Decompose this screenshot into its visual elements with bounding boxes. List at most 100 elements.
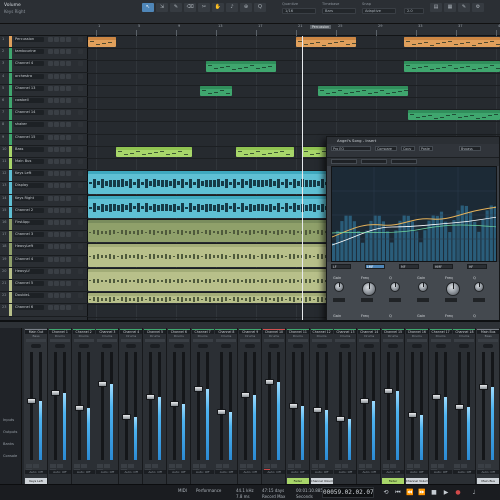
automation-mode[interactable]: Auto: Off <box>191 470 214 474</box>
channel-input[interactable]: Bass <box>25 334 47 338</box>
insert-slot[interactable] <box>406 339 427 342</box>
mute-button[interactable] <box>287 464 294 468</box>
record-arm-button[interactable] <box>60 146 65 152</box>
track-name[interactable]: orchestra <box>14 73 44 79</box>
rewind-icon[interactable]: ⏪ <box>406 489 414 497</box>
solo-button[interactable] <box>54 146 59 152</box>
mute-button[interactable] <box>48 171 53 177</box>
volume-fader[interactable] <box>288 403 298 409</box>
monitor-button[interactable] <box>66 49 71 55</box>
monitor-button[interactable] <box>66 171 71 177</box>
record-arm-button[interactable] <box>60 293 65 299</box>
track-name[interactable]: Channel 14 <box>14 110 44 116</box>
pan-control[interactable] <box>197 344 208 348</box>
track-menu-button[interactable] <box>78 85 83 91</box>
quantize-select[interactable]: 1/16 <box>282 8 316 14</box>
track-menu-button[interactable] <box>78 207 83 213</box>
automation-mode[interactable]: Auto: Off <box>167 470 190 474</box>
track-menu-button[interactable] <box>78 110 83 116</box>
track-menu-button[interactable] <box>78 122 83 128</box>
mute-button[interactable] <box>192 464 199 468</box>
mute-button[interactable] <box>264 464 270 468</box>
track-header[interactable]: 5 Channel 13 <box>0 84 88 97</box>
record-arm-button[interactable] <box>60 134 65 140</box>
record-arm-button[interactable] <box>60 37 65 42</box>
insert-slot[interactable] <box>240 339 261 342</box>
track-menu-button[interactable] <box>78 232 83 238</box>
channel-input[interactable]: Drums <box>334 334 356 338</box>
automation-mode[interactable]: Auto: Off <box>144 470 166 474</box>
track-name[interactable]: shaker <box>14 122 44 128</box>
solo-button[interactable] <box>54 293 59 299</box>
clip-green[interactable] <box>206 61 276 72</box>
track-header[interactable]: 23 Channel 6 <box>0 304 88 317</box>
record-arm-button[interactable] <box>60 98 65 103</box>
automation-mode[interactable]: Auto: Off <box>310 470 333 474</box>
solo-button[interactable] <box>247 464 254 468</box>
pan-control[interactable] <box>292 344 303 348</box>
track-menu-button[interactable] <box>78 256 83 262</box>
record-arm-button[interactable] <box>60 85 65 91</box>
track-header[interactable]: 18 HeavyLeft <box>0 243 88 256</box>
mute-button[interactable] <box>48 195 53 201</box>
mute-button[interactable] <box>48 146 53 152</box>
mute-button[interactable] <box>48 293 53 299</box>
clip-orange[interactable] <box>404 37 500 48</box>
stop-icon[interactable]: ■ <box>430 489 438 497</box>
pan-control[interactable] <box>483 344 494 348</box>
automation-mode[interactable]: Auto: Off <box>72 470 95 474</box>
tool-button[interactable]: ♪ <box>226 3 238 12</box>
pan-control[interactable] <box>435 344 446 348</box>
solo-button[interactable] <box>152 464 158 468</box>
mute-button[interactable] <box>48 183 53 189</box>
channel-input[interactable]: Drums <box>73 334 95 338</box>
mute-button[interactable] <box>48 61 53 67</box>
solo-button[interactable] <box>390 464 396 468</box>
volume-fader[interactable] <box>407 411 417 418</box>
tool-button[interactable]: ✂ <box>198 3 210 12</box>
insert-slot[interactable] <box>454 339 475 342</box>
monitor-button[interactable] <box>66 159 71 164</box>
mute-button[interactable] <box>48 159 53 164</box>
automation-mode[interactable]: Auto: Off <box>382 470 404 474</box>
solo-button[interactable] <box>54 159 59 164</box>
insert-slot[interactable] <box>216 339 237 342</box>
paste-button[interactable]: Paste <box>419 146 433 151</box>
band-toggle-hf[interactable]: HF <box>467 264 487 269</box>
mute-button[interactable] <box>48 232 53 238</box>
track-menu-button[interactable] <box>78 159 83 164</box>
track-name[interactable]: Display <box>14 183 44 189</box>
volume-fader[interactable] <box>241 392 251 399</box>
mute-button[interactable] <box>430 464 437 468</box>
monitor-button[interactable] <box>66 281 71 286</box>
solo-button[interactable] <box>437 464 444 468</box>
track-name[interactable]: Channel 13 <box>14 85 44 91</box>
volume-fader[interactable] <box>27 397 36 404</box>
pan-control[interactable] <box>221 344 232 348</box>
insert-slot[interactable] <box>73 339 94 342</box>
record-arm-button[interactable] <box>60 244 65 250</box>
track-header[interactable]: 9 Channel 15 <box>0 133 88 146</box>
channel-input[interactable]: Bass <box>477 334 499 338</box>
band-toggle-hmf[interactable]: HMF <box>433 264 453 269</box>
track-menu-button[interactable] <box>78 183 83 189</box>
track-menu-button[interactable] <box>78 146 83 152</box>
solo-button[interactable] <box>54 73 59 79</box>
channel-input[interactable]: Drums <box>96 334 118 338</box>
record-arm-button[interactable] <box>60 159 65 164</box>
mute-button[interactable] <box>48 305 53 311</box>
mute-button[interactable] <box>48 220 53 225</box>
insert-slot[interactable] <box>264 339 284 342</box>
insert-slot[interactable] <box>192 339 213 342</box>
tool-button[interactable]: ✋ <box>212 3 224 12</box>
track-header[interactable]: 10 Bass <box>0 145 88 158</box>
mixer-sidebar-item[interactable]: Outputs <box>3 430 17 434</box>
clip-lime[interactable] <box>236 146 294 157</box>
insert-slot[interactable] <box>97 339 118 342</box>
automation-mode[interactable]: Auto: Off <box>286 470 309 474</box>
automation-mode[interactable]: Auto: Off <box>239 470 262 474</box>
eq-knob[interactable] <box>362 282 376 296</box>
edit-view-icon[interactable]: ✎ <box>458 3 470 12</box>
solo-button[interactable] <box>54 98 59 103</box>
monitor-button[interactable] <box>66 293 71 299</box>
